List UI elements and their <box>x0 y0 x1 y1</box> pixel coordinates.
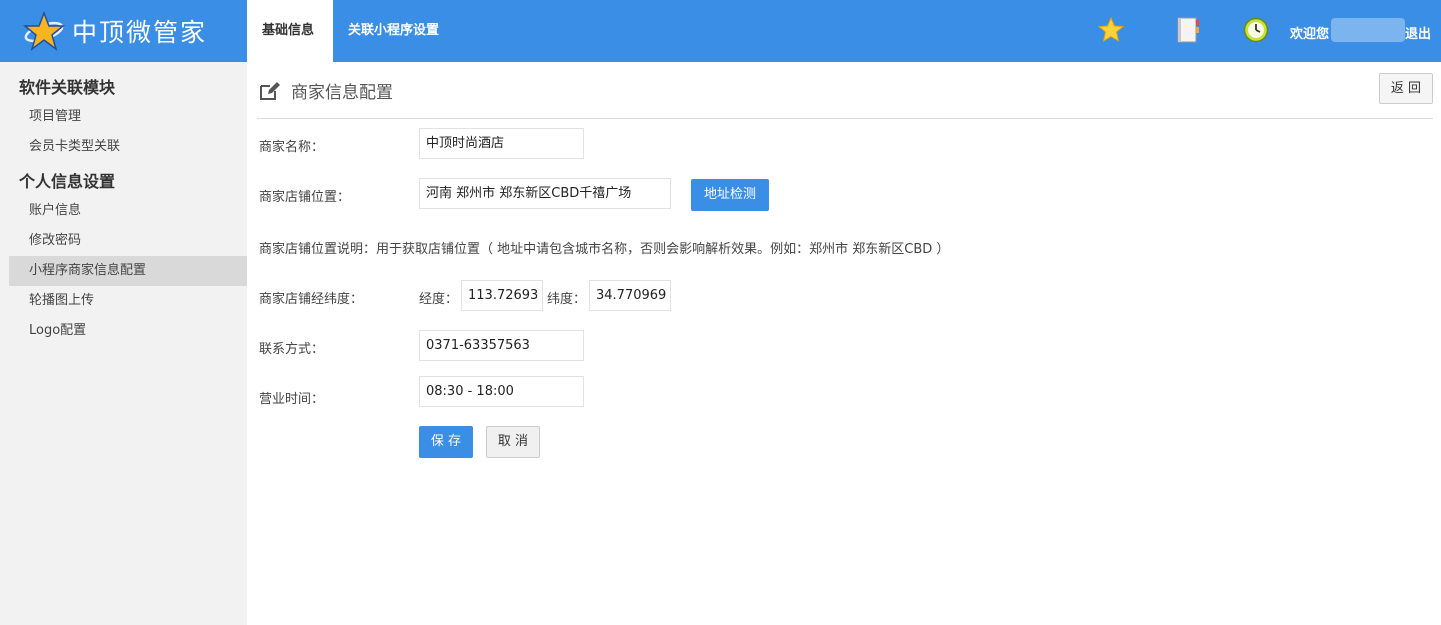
edit-icon <box>260 81 280 100</box>
latitude-label: 纬度： <box>547 292 587 307</box>
sidebar-group-personal-settings: 个人信息设置 <box>19 172 116 191</box>
sidebar-group-software-modules: 软件关联模块 <box>19 78 116 97</box>
top-bar: 中顶微管家 基础信息 关联小程序设置 欢迎您 退出 <box>0 0 1441 62</box>
address-note: 商家店铺位置说明：用于获取店铺位置（ 地址中请包含城市名称，否则会影响解析效果。… <box>259 242 950 257</box>
latitude-input[interactable]: 34.770969 <box>589 280 671 311</box>
longitude-label: 经度： <box>419 292 459 307</box>
sidebar-item-merchant-config[interactable]: 小程序商家信息配置 <box>9 256 247 286</box>
sidebar-item-change-password[interactable]: 修改密码 <box>0 226 247 256</box>
star-logo-icon <box>22 10 66 51</box>
star-icon[interactable] <box>1098 17 1124 43</box>
sidebar-item-project-management[interactable]: 项目管理 <box>0 102 247 132</box>
store-address-label: 商家店铺位置： <box>259 190 351 205</box>
sidebar-item-logo-config[interactable]: Logo配置 <box>0 316 247 346</box>
cancel-button[interactable]: 取 消 <box>486 426 540 458</box>
notebook-icon[interactable] <box>1175 17 1201 43</box>
back-button[interactable]: 返 回 <box>1379 73 1433 104</box>
page-title: 商家信息配置 <box>291 83 393 103</box>
store-address-input[interactable]: 河南 郑州市 郑东新区CBD千禧广场 <box>419 178 671 209</box>
merchant-name-input[interactable]: 中顶时尚酒店 <box>419 128 584 159</box>
sidebar: 软件关联模块 项目管理 会员卡类型关联 个人信息设置 账户信息 修改密码 小程序… <box>0 62 247 625</box>
business-hours-label: 营业时间： <box>259 392 325 407</box>
coordinates-label: 商家店铺经纬度： <box>259 292 364 307</box>
top-nav: 基础信息 关联小程序设置 <box>247 0 454 62</box>
contact-input[interactable]: 0371-63357563 <box>419 330 584 361</box>
brand-logo[interactable]: 中顶微管家 <box>22 10 207 52</box>
tab-basic-info[interactable]: 基础信息 <box>247 0 333 62</box>
welcome-text: 欢迎您 <box>1290 27 1330 42</box>
main-content: 商家信息配置 返 回 商家名称： 中顶时尚酒店 商家店铺位置： 河南 郑州市 郑… <box>247 62 1441 625</box>
save-button[interactable]: 保 存 <box>419 426 473 458</box>
sidebar-item-account-info[interactable]: 账户信息 <box>0 196 247 226</box>
longitude-input[interactable]: 113.72693 <box>461 280 543 311</box>
sidebar-item-carousel-upload[interactable]: 轮播图上传 <box>0 286 247 316</box>
contact-label: 联系方式： <box>259 342 325 357</box>
address-detect-button[interactable]: 地址检测 <box>691 179 769 211</box>
logout-link[interactable]: 退出 <box>1405 23 1431 42</box>
merchant-name-label: 商家名称： <box>259 140 325 155</box>
tab-mini-program-settings[interactable]: 关联小程序设置 <box>333 0 454 62</box>
username-redacted <box>1331 18 1405 42</box>
brand-name: 中顶微管家 <box>72 18 208 47</box>
page-header: 商家信息配置 <box>259 78 393 103</box>
clock-icon[interactable] <box>1243 17 1269 43</box>
header-divider <box>257 118 1433 119</box>
sidebar-item-member-card-types[interactable]: 会员卡类型关联 <box>0 132 247 162</box>
business-hours-input[interactable]: 08:30 - 18:00 <box>419 376 584 407</box>
